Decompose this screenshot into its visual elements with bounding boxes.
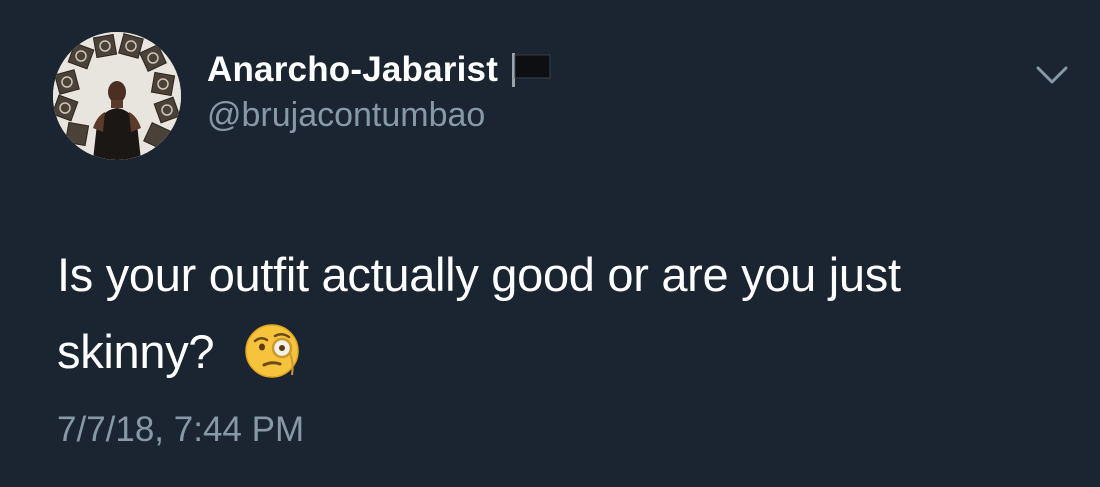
author-handle[interactable]: @brujacontumbao [207, 96, 485, 135]
avatar-image [53, 32, 181, 160]
avatar[interactable] [53, 32, 181, 160]
black-flag-icon [510, 52, 552, 88]
author-row: Anarcho-Jabarist [207, 48, 552, 92]
tweet-card: Anarcho-Jabarist @brujacontumbao Is your… [0, 0, 1100, 487]
display-name[interactable]: Anarcho-Jabarist [207, 50, 498, 90]
tweet-text-content: Is your outfit actually good or are you … [57, 248, 901, 378]
tweet-text: Is your outfit actually good or are you … [57, 236, 1057, 390]
tweet-timestamp[interactable]: 7/7/18, 7:44 PM [57, 410, 304, 450]
face-with-monocle-icon [244, 323, 300, 379]
chevron-down-icon[interactable] [1030, 58, 1074, 94]
